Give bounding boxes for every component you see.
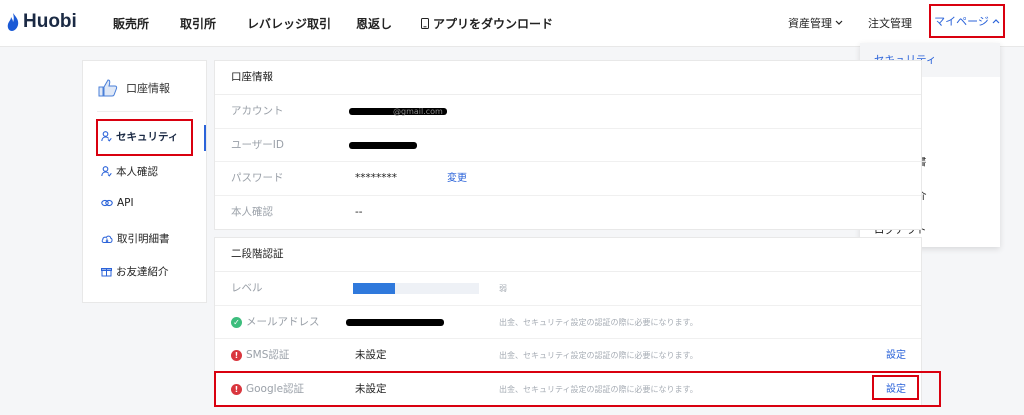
account-info-panel: 口座情報 アカウント @gmail.com ユーザーID パスワード *****… <box>214 60 922 230</box>
userid-row: ユーザーID <box>215 129 921 162</box>
sidebar-header-label: 口座情報 <box>126 82 170 95</box>
gift-icon <box>101 268 112 277</box>
nav-ongaeshi[interactable]: 恩返し <box>356 15 392 32</box>
sidebar-item-api-label: API <box>117 197 134 209</box>
logo[interactable]: Huobi <box>6 11 77 33</box>
nav-hanbaijo[interactable]: 販売所 <box>113 15 149 32</box>
userid-label: ユーザーID <box>231 138 284 151</box>
mypage-label: マイページ <box>934 15 989 28</box>
nav-app-download-label: アプリをダウンロード <box>433 17 554 31</box>
identity-row: 本人確認 -- <box>215 196 921 230</box>
change-password-link[interactable]: 変更 <box>447 162 467 195</box>
warning-circle-icon: ! <box>231 350 242 361</box>
sms-auth-hint: 出金、セキュリティ設定の認証の際に必要になります。 <box>499 351 698 360</box>
sidebar-header[interactable]: 口座情報 <box>98 79 170 97</box>
sidebar-divider <box>97 111 193 112</box>
google-row-highlight-box <box>214 371 941 407</box>
chevron-up-icon <box>992 19 1000 24</box>
thumbs-up-icon <box>98 79 118 97</box>
sidebar-item-referral-label: お友達紹介 <box>116 266 169 278</box>
sidebar: 口座情報 セキュリティ 本人確認 API 取引明細書 お友達紹介 <box>82 60 207 303</box>
level-text: 弱 <box>499 284 507 293</box>
user-check-icon <box>101 166 112 177</box>
email-auth-label: メールアドレス <box>246 315 320 328</box>
level-row: レベル 弱 <box>215 272 921 306</box>
account-row: アカウント @gmail.com <box>215 95 921 129</box>
email-auth-label-group: ✓ メールアドレス <box>231 306 320 339</box>
assets-menu-label: 資産管理 <box>788 17 832 30</box>
sidebar-item-api[interactable]: API <box>101 197 134 209</box>
level-label: レベル <box>231 282 263 294</box>
identity-label: 本人確認 <box>231 205 273 218</box>
account-label: アカウント <box>231 105 284 117</box>
two-factor-title: 二段階認証 <box>215 238 921 272</box>
google-setup-highlight-box <box>872 375 919 400</box>
identity-value: -- <box>355 205 363 218</box>
sidebar-item-security-label: セキュリティ <box>116 131 179 143</box>
flame-logo-icon <box>7 13 19 31</box>
sidebar-item-statements-label: 取引明細書 <box>117 233 170 245</box>
sidebar-item-identity[interactable]: 本人確認 <box>101 164 158 179</box>
assets-menu[interactable]: 資産管理 <box>788 15 843 31</box>
account-value: @gmail.com <box>393 107 443 116</box>
orders-menu[interactable]: 注文管理 <box>868 15 912 31</box>
sidebar-item-security[interactable]: セキュリティ <box>101 129 178 144</box>
nav-leverage[interactable]: レバレッジ取引 <box>247 15 331 32</box>
chevron-down-icon <box>835 20 843 25</box>
link-icon <box>101 199 113 207</box>
cloud-download-icon <box>101 235 113 243</box>
check-circle-icon: ✓ <box>231 316 242 328</box>
level-bar-fill <box>353 283 395 294</box>
nav-app-download[interactable]: アプリをダウンロード <box>421 15 553 32</box>
sidebar-active-indicator <box>204 125 206 151</box>
password-value: ******** <box>355 172 397 184</box>
sidebar-item-identity-label: 本人確認 <box>116 166 158 178</box>
email-auth-hint: 出金、セキュリティ設定の認証の際に必要になります。 <box>499 317 698 327</box>
phone-icon <box>421 18 429 29</box>
top-nav-bar: Huobi 販売所 取引所 レバレッジ取引 恩返し アプリをダウンロード 資産管… <box>0 0 1024 47</box>
redacted-email-address <box>346 318 444 326</box>
user-shield-icon <box>101 131 112 142</box>
email-auth-row: ✓ メールアドレス 出金、セキュリティ設定の認証の際に必要になります。 <box>215 306 921 339</box>
logo-text: Huobi <box>23 11 77 32</box>
sms-auth-label-group: ! SMS認証 <box>231 339 289 372</box>
sms-auth-label: SMS認証 <box>246 349 290 361</box>
sidebar-item-statements[interactable]: 取引明細書 <box>101 231 170 246</box>
sidebar-item-referral[interactable]: お友達紹介 <box>101 264 169 279</box>
level-bar <box>353 283 479 294</box>
sms-auth-row: ! SMS認証 未設定 出金、セキュリティ設定の認証の際に必要になります。 設定 <box>215 339 921 373</box>
sms-auth-value: 未設定 <box>355 349 387 361</box>
password-label: パスワード <box>231 172 284 184</box>
nav-torihikijo[interactable]: 取引所 <box>180 15 216 32</box>
account-info-title: 口座情報 <box>215 61 921 95</box>
mypage-menu[interactable]: マイページ <box>929 4 1005 38</box>
password-row: パスワード ******** 変更 <box>215 162 921 196</box>
redacted-userid <box>349 141 417 149</box>
sms-setup-button[interactable]: 設定 <box>886 339 906 372</box>
